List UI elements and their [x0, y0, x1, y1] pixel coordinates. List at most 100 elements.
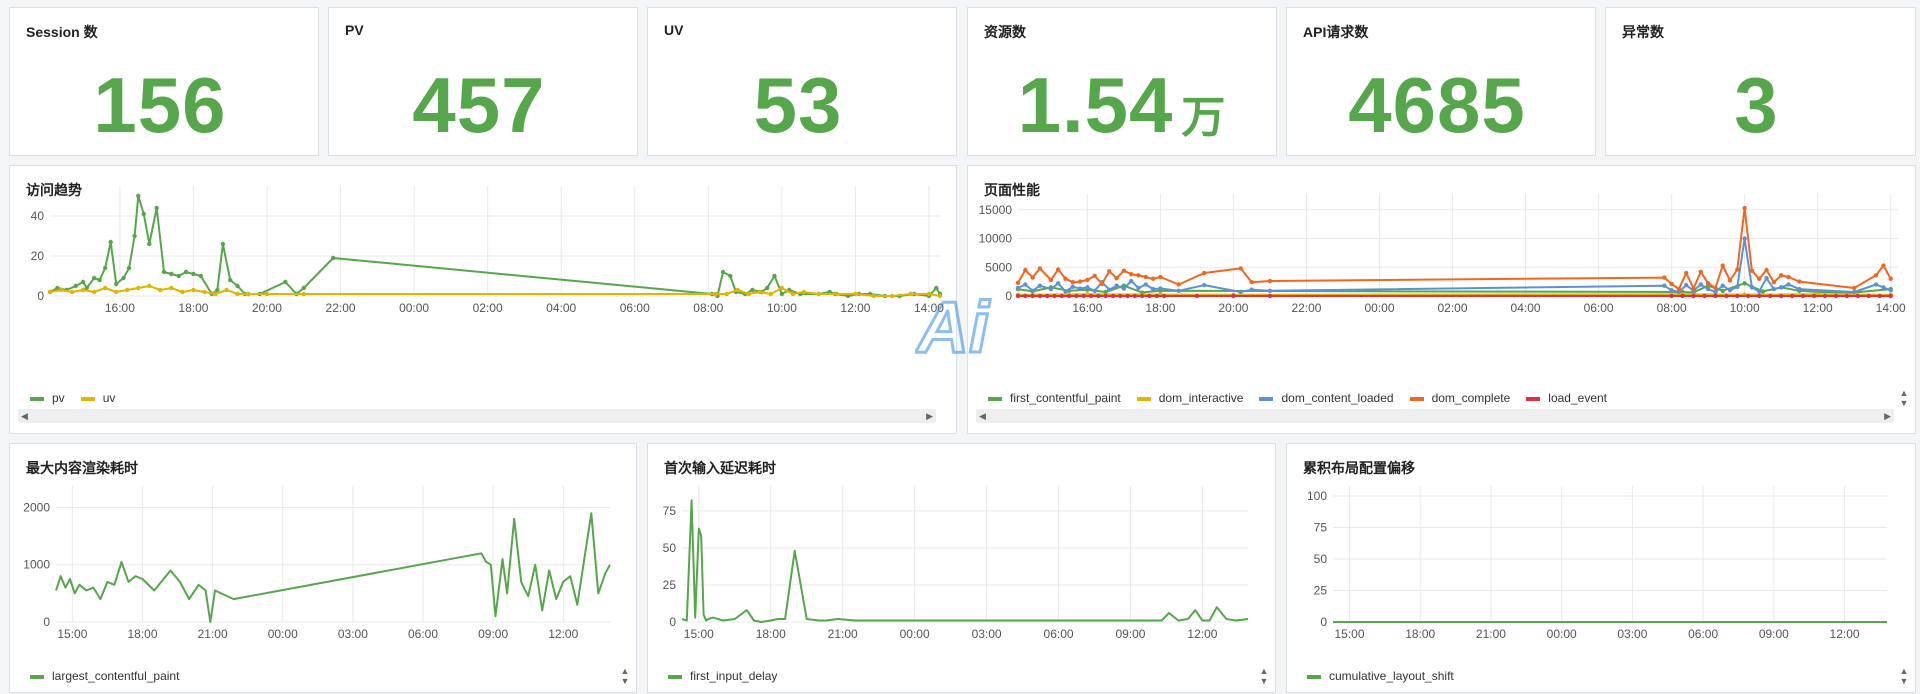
x-tick-label: 15:00	[57, 627, 87, 641]
chart-legend: largest_contentful_paint	[30, 669, 195, 683]
vertical-scrollbar[interactable]: ▲ ▼	[1897, 666, 1911, 686]
legend-item-cumulative_layout_shift[interactable]: cumulative_layout_shift	[1307, 669, 1454, 683]
x-tick-label: 18:00	[127, 627, 157, 641]
stat-panel-resources: 资源数 1.54 万	[967, 7, 1277, 156]
data-point	[1249, 287, 1254, 292]
data-point	[1037, 283, 1043, 288]
data-point	[1702, 293, 1707, 299]
legend-item-uv[interactable]: uv	[80, 391, 115, 405]
x-tick-label: 00:00	[268, 627, 298, 641]
data-point	[1055, 281, 1061, 286]
data-point	[1045, 293, 1050, 299]
legend-item-pv[interactable]: pv	[30, 391, 65, 405]
vertical-scrollbar[interactable]: ▲ ▼	[1257, 666, 1271, 686]
scroll-left-arrow[interactable]: ◀	[979, 409, 986, 423]
legend-item-first_contentful_paint[interactable]: first_contentful_paint	[988, 391, 1121, 405]
y-tick-label: 5000	[985, 260, 1012, 274]
data-point	[1724, 293, 1729, 299]
data-point	[183, 269, 189, 275]
stat-panel-pv: PV 457	[328, 7, 638, 156]
data-point	[1669, 293, 1674, 299]
horizontal-scrollbar[interactable]: ◀ ▶	[18, 409, 936, 423]
data-point	[1048, 277, 1054, 283]
x-tick-label: 00:00	[399, 301, 429, 315]
data-point	[1070, 284, 1075, 289]
data-point	[1096, 293, 1101, 299]
legend-item-largest_contentful_paint[interactable]: largest_contentful_paint	[30, 669, 179, 683]
data-point	[1030, 293, 1035, 299]
vertical-scrollbar[interactable]: ▲ ▼	[1897, 388, 1911, 408]
data-point	[1136, 273, 1141, 278]
data-point	[1684, 282, 1689, 288]
data-point	[1128, 271, 1134, 277]
scroll-left-arrow[interactable]: ◀	[21, 409, 28, 423]
data-point	[1070, 280, 1075, 285]
data-point	[1125, 293, 1130, 299]
data-point	[176, 273, 181, 279]
x-tick-label: 04:00	[1511, 301, 1541, 315]
series-line-pv	[49, 195, 941, 297]
legend-item-dom_content_loaded[interactable]: dom_content_loaded	[1259, 391, 1394, 405]
data-point	[1176, 282, 1181, 287]
cls-chart: 15:00 18:00 21:00 00:00 03:00 06:00 09:00 12:00…	[1307, 486, 1887, 641]
scroll-right-arrow[interactable]: ▶	[1884, 409, 1891, 423]
data-point	[1074, 293, 1079, 299]
legend-label: cumulative_layout_shift	[1329, 669, 1454, 683]
data-point	[97, 277, 102, 283]
data-point	[147, 283, 152, 289]
data-point	[757, 289, 762, 295]
lcp-chart: 15:00 18:00 21:00 00:00 03:00 06:00 09:00 12:00…	[23, 486, 611, 641]
x-tick-label: 09:00	[478, 627, 508, 641]
legend-label: load_event	[1548, 391, 1607, 405]
legend-swatch	[1307, 674, 1321, 679]
legend-item-first_input_delay[interactable]: first_input_delay	[668, 669, 777, 683]
data-point	[1023, 267, 1028, 273]
data-point	[136, 285, 141, 291]
data-point	[141, 211, 146, 217]
data-point	[198, 273, 203, 279]
data-point	[1202, 270, 1207, 276]
data-point	[1114, 275, 1119, 281]
data-point	[1855, 293, 1861, 299]
data-point	[1771, 280, 1777, 285]
data-point	[113, 281, 119, 287]
data-point	[73, 283, 78, 289]
data-point	[1143, 282, 1149, 287]
data-point	[1114, 283, 1119, 288]
data-point	[264, 291, 270, 297]
x-tick-label: 09:00	[1759, 627, 1789, 641]
vertical-scrollbar[interactable]: ▲ ▼	[618, 666, 632, 686]
data-point	[80, 279, 86, 285]
legend-item-dom_interactive[interactable]: dom_interactive	[1136, 391, 1243, 405]
data-point	[764, 285, 770, 291]
data-point	[1118, 293, 1123, 299]
data-point	[1015, 293, 1021, 299]
data-point	[713, 291, 718, 297]
ai-watermark-logo: Ai	[915, 290, 992, 360]
data-point	[1052, 293, 1057, 299]
data-point	[1023, 293, 1028, 299]
x-tick-label: 15:00	[1334, 627, 1364, 641]
x-tick-label: 18:00	[178, 301, 208, 315]
x-tick-label: 15:00	[684, 627, 714, 641]
data-point	[1015, 280, 1021, 285]
data-point	[1231, 293, 1236, 299]
legend-item-load_event[interactable]: load_event	[1526, 391, 1607, 405]
data-point	[1749, 268, 1755, 273]
data-point	[121, 275, 126, 281]
legend-item-dom_complete[interactable]: dom_complete	[1409, 391, 1510, 405]
data-point	[235, 283, 240, 289]
data-point	[1749, 285, 1755, 290]
horizontal-scrollbar[interactable]: ◀ ▶	[976, 409, 1894, 423]
data-point	[1713, 289, 1718, 295]
scroll-right-arrow[interactable]: ▶	[926, 409, 933, 423]
fid-panel: 首次输入延迟耗时 15:00 18:00 21:00 00:00 03:00 06:00 0…	[647, 443, 1276, 693]
data-point	[1735, 267, 1740, 272]
chart-legend: pv uv	[30, 391, 131, 405]
data-point	[1698, 282, 1704, 287]
data-point	[1727, 288, 1733, 293]
data-point	[1136, 285, 1141, 291]
data-point	[1128, 278, 1134, 284]
x-tick-label: 06:00	[408, 627, 438, 641]
data-point	[126, 265, 132, 271]
